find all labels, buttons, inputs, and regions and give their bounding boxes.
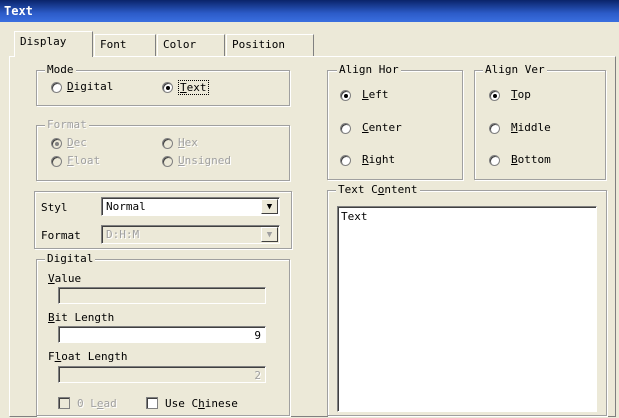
digital-legend: Digital [45,252,96,265]
style-select-value: Normal [106,200,146,213]
format-group [36,125,290,181]
chevron-down-icon: ▼ [266,202,273,212]
bit-length-value: 9 [254,329,261,342]
align-bottom-radio[interactable] [489,155,500,166]
align-right-radio[interactable] [340,155,351,166]
value-label: Value [48,272,82,285]
format-hex-label[interactable]: Hex [178,136,198,149]
format-unsigned-label[interactable]: Unsigned [178,154,231,167]
mode-legend: Mode [45,63,76,76]
tab-color[interactable]: Color [157,34,225,56]
align-center-radio[interactable] [340,123,351,134]
tab-font-label: Font [100,38,127,51]
mode-digital-label[interactable]: Digital [67,80,113,93]
align-hor-legend: Align Hor [337,63,401,76]
format-float-label[interactable]: Float [67,154,100,167]
format-float-radio[interactable] [51,156,62,167]
use-chinese-checkbox[interactable] [146,397,158,409]
align-middle-label[interactable]: Middle [511,121,551,134]
window-title: Text [4,4,33,18]
align-center-label[interactable]: Center [362,121,402,134]
zero-lead-checkbox[interactable] [58,397,70,409]
align-left-label[interactable]: Left [362,88,389,101]
tab-font[interactable]: Font [94,34,156,56]
tab-color-label: Color [163,38,197,51]
format-field-label: Format [41,229,81,242]
use-chinese-label[interactable]: Use Chinese [165,397,238,410]
format-dropdown-button[interactable]: ▼ [261,227,278,242]
tab-position-label: Position [232,38,285,51]
format-select-value: D:H:M [106,228,140,241]
format-legend: Format [45,118,89,131]
align-top-radio[interactable] [489,90,500,101]
align-middle-radio[interactable] [489,123,500,134]
align-right-label[interactable]: Right [362,153,395,166]
value-input[interactable] [58,287,266,304]
mode-text-label[interactable]: Text [178,80,209,95]
bit-length-input[interactable]: 9 [58,326,266,343]
align-ver-legend: Align Ver [483,63,547,76]
float-length-value: 2 [254,369,261,382]
tab-display[interactable]: Display [14,31,93,57]
format-unsigned-radio[interactable] [162,156,173,167]
tab-position[interactable]: Position [226,34,314,56]
tab-display-label: Display [20,35,67,48]
mode-digital-radio[interactable] [51,82,62,93]
float-length-label: Float Length [48,350,128,363]
chevron-down-icon: ▼ [266,230,273,240]
format-select[interactable]: D:H:M ▼ [101,225,280,244]
text-content-textarea[interactable]: Text [337,206,597,412]
text-content-legend: Text Content [336,183,420,196]
float-length-input[interactable]: 2 [58,366,266,383]
align-left-radio[interactable] [340,90,351,101]
window-title-bar[interactable]: Text [0,0,619,22]
style-dropdown-button[interactable]: ▼ [261,199,278,214]
format-dec-radio[interactable] [51,138,62,149]
zero-lead-label[interactable]: 0 Lead [77,397,117,410]
style-select[interactable]: Normal ▼ [101,197,280,216]
format-hex-radio[interactable] [162,138,173,149]
mode-text-radio[interactable] [162,82,173,93]
format-dec-label[interactable]: Dec [67,136,87,149]
text-content-value: Text [341,210,368,223]
bit-length-label: Bit Length [48,311,115,324]
align-bottom-label[interactable]: Bottom [511,153,551,166]
align-top-label[interactable]: Top [511,88,531,101]
style-label: Styl [41,201,68,214]
